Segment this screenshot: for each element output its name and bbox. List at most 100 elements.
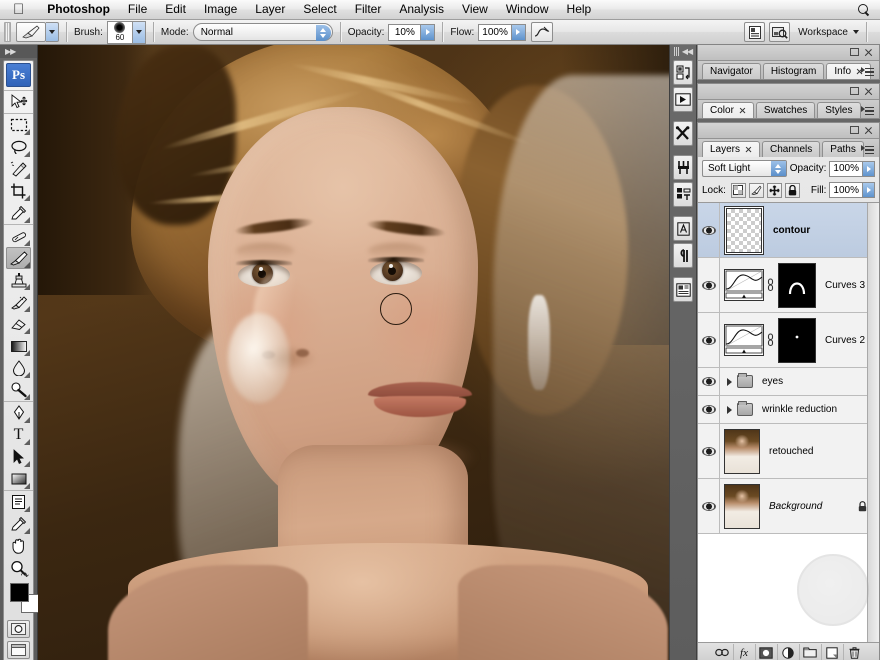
menu-layer[interactable]: Layer	[246, 0, 294, 19]
menu-select[interactable]: Select	[294, 0, 345, 19]
layer-name[interactable]: wrinkle reduction	[753, 404, 837, 415]
layer-thumbnail[interactable]	[724, 483, 760, 529]
menu-window[interactable]: Window	[497, 0, 558, 19]
dock-layer-comps-button[interactable]	[673, 277, 693, 302]
flow-control[interactable]: 100%	[478, 23, 526, 41]
quick-mask-toggle[interactable]	[7, 620, 30, 638]
lock-position-button[interactable]	[766, 182, 782, 198]
path-selection-tool[interactable]	[6, 446, 31, 468]
menu-file[interactable]: File	[119, 0, 156, 19]
spotlight-search-icon[interactable]	[857, 3, 870, 16]
panel-menu-icon[interactable]	[861, 105, 875, 116]
minimize-icon[interactable]	[850, 126, 859, 134]
close-icon[interactable]	[864, 126, 873, 135]
dock-bridge-button[interactable]	[673, 60, 693, 85]
flow-input[interactable]: 100%	[478, 23, 512, 41]
foreground-color-swatch[interactable]	[10, 583, 29, 602]
layer-visibility-toggle[interactable]	[698, 368, 720, 395]
layer-blend-mode-select[interactable]: Soft Light	[702, 160, 787, 177]
swap-colors-icon[interactable]: ↷	[21, 571, 29, 582]
opacity-input[interactable]: 10%	[388, 23, 422, 41]
rectangle-shape-tool[interactable]	[6, 468, 31, 490]
dock-character-button[interactable]	[673, 216, 693, 241]
menu-analysis[interactable]: Analysis	[390, 0, 453, 19]
brush-preset-picker[interactable]: 60	[106, 20, 146, 44]
lasso-tool[interactable]	[6, 136, 31, 158]
dodge-tool[interactable]	[6, 379, 31, 401]
tab-histogram[interactable]: Histogram	[762, 63, 825, 79]
tab-paths[interactable]: Paths	[822, 141, 864, 157]
layer-visibility-toggle[interactable]	[698, 203, 720, 257]
layers-scrollbar[interactable]	[867, 203, 879, 642]
add-layer-mask-button[interactable]	[756, 643, 778, 660]
dock-clone-source-button[interactable]	[673, 182, 693, 207]
panel-menu-icon[interactable]	[861, 66, 875, 77]
layer-thumbnail[interactable]	[724, 428, 760, 474]
layers-list[interactable]: contour Curves 3 Curves 2 eyes wrinkle r…	[698, 202, 879, 642]
tab-styles[interactable]: Styles	[817, 102, 861, 118]
layer-name[interactable]: Curves 2	[816, 335, 865, 346]
lock-all-button[interactable]	[784, 182, 800, 198]
type-tool[interactable]: T	[6, 424, 31, 446]
layer-name[interactable]: eyes	[753, 376, 783, 387]
menu-help[interactable]: Help	[558, 0, 601, 19]
menu-edit[interactable]: Edit	[156, 0, 195, 19]
layer-visibility-toggle[interactable]	[698, 313, 720, 367]
blur-tool[interactable]	[6, 357, 31, 379]
layer-name[interactable]: Curves 3	[816, 280, 865, 291]
group-disclosure-icon[interactable]	[727, 405, 732, 414]
panel-menu-icon[interactable]	[861, 144, 875, 155]
tool-preset-picker[interactable]	[16, 22, 59, 42]
table-row[interactable]: Curves 3	[698, 258, 879, 313]
table-row[interactable]: eyes	[698, 368, 879, 396]
menu-view[interactable]: View	[453, 0, 497, 19]
opacity-slider-arrow[interactable]	[421, 23, 436, 41]
move-tool[interactable]	[6, 91, 31, 113]
close-icon[interactable]	[739, 107, 746, 114]
crop-tool[interactable]	[6, 180, 31, 202]
menu-image[interactable]: Image	[195, 0, 246, 19]
layer-name[interactable]: retouched	[760, 446, 813, 457]
layer-fill-control[interactable]: 100%	[829, 182, 875, 198]
document-canvas[interactable]	[38, 45, 669, 660]
table-row[interactable]: wrinkle reduction	[698, 396, 879, 424]
screen-mode-button[interactable]	[7, 641, 30, 659]
brush-dropdown-arrow[interactable]	[132, 20, 146, 44]
dock-collapse-handle[interactable]: ◀◀	[670, 45, 696, 58]
layer-opacity-arrow[interactable]	[863, 160, 875, 177]
table-row[interactable]: Curves 2	[698, 313, 879, 368]
workspace-dropdown-icon[interactable]	[853, 30, 859, 34]
tab-layers[interactable]: Layers	[702, 141, 761, 157]
hand-tool[interactable]	[6, 535, 31, 557]
link-mask-icon[interactable]	[766, 277, 774, 293]
options-bar-grip[interactable]	[4, 22, 11, 42]
blend-mode-stepper[interactable]	[315, 25, 331, 41]
lock-transparent-pixels-button[interactable]	[730, 182, 746, 198]
layer-name[interactable]: Background	[760, 501, 822, 512]
tab-swatches[interactable]: Swatches	[755, 102, 816, 118]
airbrush-toggle-button[interactable]	[530, 22, 553, 42]
panel-title-bar[interactable]	[698, 84, 879, 100]
tab-navigator[interactable]: Navigator	[702, 63, 761, 79]
healing-brush-tool[interactable]	[6, 225, 31, 247]
opacity-control[interactable]: 10%	[388, 23, 436, 41]
clone-stamp-tool[interactable]	[6, 269, 31, 291]
lock-image-pixels-button[interactable]	[748, 182, 764, 198]
layer-visibility-toggle[interactable]	[698, 396, 720, 423]
minimize-icon[interactable]	[850, 48, 859, 56]
layer-fill-arrow[interactable]	[863, 182, 875, 198]
layer-name[interactable]: contour	[764, 225, 810, 236]
notes-tool[interactable]	[6, 491, 31, 513]
history-brush-tool[interactable]	[6, 291, 31, 313]
link-layers-button[interactable]	[712, 643, 734, 660]
layer-opacity-control[interactable]: 100%	[829, 160, 875, 177]
dock-brushes-button[interactable]	[673, 155, 693, 180]
close-icon[interactable]	[864, 48, 873, 57]
brush-tool[interactable]	[6, 247, 31, 269]
flow-slider-arrow[interactable]	[511, 23, 526, 41]
tab-color[interactable]: Color	[702, 102, 754, 118]
layer-visibility-toggle[interactable]	[698, 424, 720, 478]
layer-visibility-toggle[interactable]	[698, 258, 720, 312]
layer-mask-thumbnail[interactable]	[778, 262, 816, 308]
tab-channels[interactable]: Channels	[762, 141, 821, 157]
